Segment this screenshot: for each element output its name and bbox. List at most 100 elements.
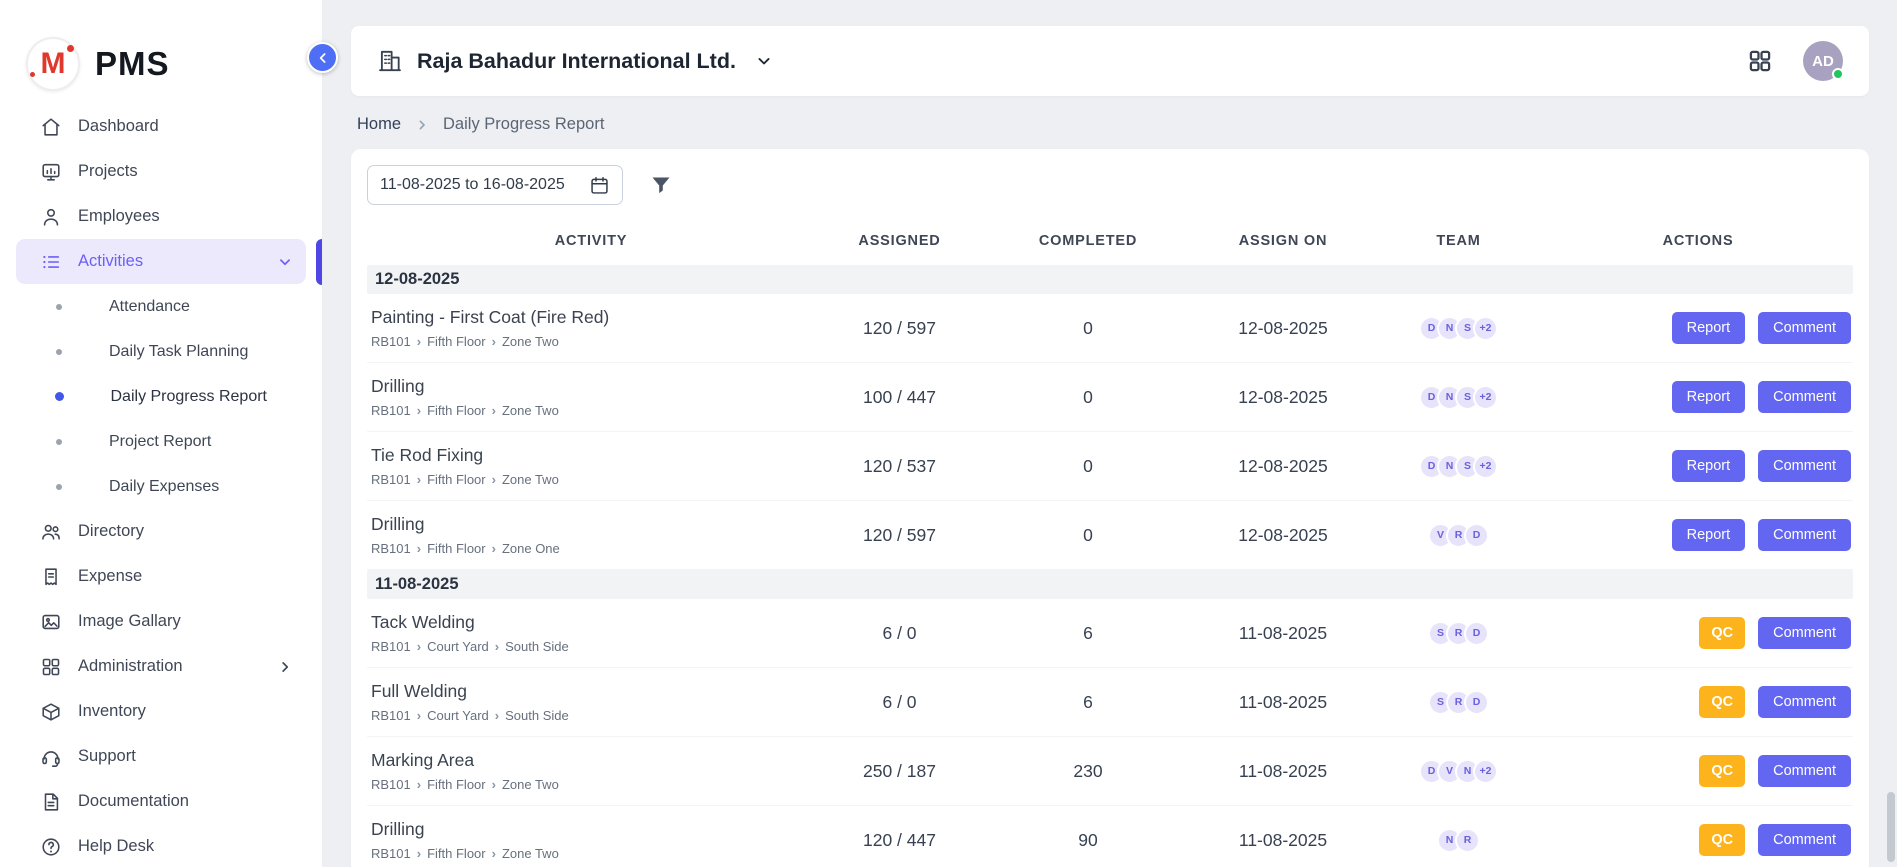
chevron-right-icon: › xyxy=(417,542,421,555)
chevron-right-icon: › xyxy=(495,709,499,722)
sidebar-subitem-daily-task-planning[interactable]: Daily Task Planning xyxy=(16,329,306,374)
location-segment: Fifth Floor xyxy=(427,472,486,487)
filter-button[interactable] xyxy=(649,173,673,197)
location-segment: RB101 xyxy=(371,403,411,418)
comment-button[interactable]: Comment xyxy=(1758,755,1851,787)
team-more-badge[interactable]: +2 xyxy=(1473,385,1498,410)
help-icon xyxy=(40,836,62,858)
comment-button[interactable]: Comment xyxy=(1758,381,1851,413)
column-header-assigned: ASSIGNED xyxy=(815,233,984,249)
breadcrumb-home[interactable]: Home xyxy=(357,115,401,134)
directory-icon xyxy=(40,521,62,543)
sidebar-item-dashboard[interactable]: Dashboard xyxy=(16,104,306,149)
assigned-value: 6 / 0 xyxy=(815,692,984,713)
sidebar-subitem-label: Project Report xyxy=(109,433,211,451)
sidebar-item-administration[interactable]: Administration xyxy=(16,644,306,689)
activity-cell: DrillingRB101›Fifth Floor›Zone Two xyxy=(367,819,815,861)
column-header-actions: ACTIONS xyxy=(1543,233,1853,249)
company-selector[interactable]: Raja Bahadur International Ltd. xyxy=(377,48,774,74)
projects-icon xyxy=(40,161,62,183)
sidebar-subitem-daily-expenses[interactable]: Daily Expenses xyxy=(16,464,306,509)
app-logo-letter: M xyxy=(41,47,66,81)
sidebar-item-activities[interactable]: Activities xyxy=(16,239,306,284)
group-date: 12-08-2025 xyxy=(375,270,459,289)
team-member-avatar[interactable]: D xyxy=(1464,621,1489,646)
comment-button[interactable]: Comment xyxy=(1758,450,1851,482)
user-avatar[interactable]: AD xyxy=(1803,41,1843,81)
team-more-badge[interactable]: +2 xyxy=(1473,316,1498,341)
sidebar-item-documentation[interactable]: Documentation xyxy=(16,779,306,824)
comment-button[interactable]: Comment xyxy=(1758,519,1851,551)
team-member-avatar[interactable]: D xyxy=(1464,690,1489,715)
sidebar-subitem-daily-progress-report[interactable]: Daily Progress Report xyxy=(16,374,306,419)
completed-value: 0 xyxy=(984,318,1192,339)
assign-on-value: 12-08-2025 xyxy=(1192,456,1374,477)
assign-on-value: 12-08-2025 xyxy=(1192,318,1374,339)
team-more-badge[interactable]: +2 xyxy=(1473,759,1498,784)
sidebar-item-image-gallary[interactable]: Image Gallary xyxy=(16,599,306,644)
activity-location: RB101›Fifth Floor›Zone Two xyxy=(371,472,815,487)
sidebar-collapse-button[interactable] xyxy=(307,42,338,73)
qc-button[interactable]: QC xyxy=(1699,824,1745,856)
report-button[interactable]: Report xyxy=(1672,450,1746,482)
sidebar-item-label: Help Desk xyxy=(78,837,154,856)
sidebar-item-label: Support xyxy=(78,747,136,766)
report-button[interactable]: Report xyxy=(1672,519,1746,551)
assigned-value: 120 / 597 xyxy=(815,525,984,546)
sidebar-subitem-attendance[interactable]: Attendance xyxy=(16,284,306,329)
sidebar-item-label: Employees xyxy=(78,207,160,226)
dashboard-icon xyxy=(40,116,62,138)
breadcrumb-current: Daily Progress Report xyxy=(443,115,604,134)
assigned-value: 120 / 597 xyxy=(815,318,984,339)
activity-location: RB101›Fifth Floor›Zone Two xyxy=(371,846,815,861)
activities-icon xyxy=(40,251,62,273)
activity-title: Painting - First Coat (Fire Red) xyxy=(371,307,815,328)
active-item-accent xyxy=(316,239,322,285)
report-button[interactable]: Report xyxy=(1672,312,1746,344)
location-segment: Fifth Floor xyxy=(427,777,486,792)
comment-button[interactable]: Comment xyxy=(1758,617,1851,649)
location-segment: RB101 xyxy=(371,639,411,654)
assigned-value: 120 / 537 xyxy=(815,456,984,477)
date-range-input[interactable]: 11-08-2025 to 16-08-2025 xyxy=(367,165,623,205)
gallery-icon xyxy=(40,611,62,633)
team-member-avatar[interactable]: D xyxy=(1464,523,1489,548)
table-controls: 11-08-2025 to 16-08-2025 xyxy=(367,165,1853,205)
report-button[interactable]: Report xyxy=(1672,381,1746,413)
assign-on-value: 11-08-2025 xyxy=(1192,830,1374,851)
sidebar-item-projects[interactable]: Projects xyxy=(16,149,306,194)
sidebar-item-support[interactable]: Support xyxy=(16,734,306,779)
team-more-badge[interactable]: +2 xyxy=(1473,454,1498,479)
employees-icon xyxy=(40,206,62,228)
sidebar-item-employees[interactable]: Employees xyxy=(16,194,306,239)
location-segment: Zone One xyxy=(502,541,560,556)
qc-button[interactable]: QC xyxy=(1699,686,1745,718)
activity-cell: Marking AreaRB101›Fifth Floor›Zone Two xyxy=(367,750,815,792)
sidebar-item-expense[interactable]: Expense xyxy=(16,554,306,599)
team-member-avatar[interactable]: R xyxy=(1455,828,1480,853)
sidebar-subitem-label: Daily Task Planning xyxy=(109,343,248,361)
activity-cell: Tie Rod FixingRB101›Fifth Floor›Zone Two xyxy=(367,445,815,487)
comment-button[interactable]: Comment xyxy=(1758,824,1851,856)
content-card: 11-08-2025 to 16-08-2025 ACTIVITY ASSIGN… xyxy=(351,149,1869,867)
sidebar-item-directory[interactable]: Directory xyxy=(16,509,306,554)
qc-button[interactable]: QC xyxy=(1699,617,1745,649)
location-segment: Fifth Floor xyxy=(427,334,486,349)
sidebar-item-inventory[interactable]: Inventory xyxy=(16,689,306,734)
sidebar-item-help-desk[interactable]: Help Desk xyxy=(16,824,306,867)
apps-grid-icon[interactable] xyxy=(1747,48,1773,74)
actions-cell: Report Comment xyxy=(1543,381,1853,413)
assign-on-value: 11-08-2025 xyxy=(1192,692,1374,713)
qc-button[interactable]: QC xyxy=(1699,755,1745,787)
comment-button[interactable]: Comment xyxy=(1758,312,1851,344)
sidebar-subitem-project-report[interactable]: Project Report xyxy=(16,419,306,464)
scrollbar-thumb[interactable] xyxy=(1887,792,1895,862)
date-range-value: 11-08-2025 to 16-08-2025 xyxy=(380,176,565,194)
column-header-assign-on: ASSIGN ON xyxy=(1192,233,1374,249)
location-segment: Court Yard xyxy=(427,708,489,723)
comment-button[interactable]: Comment xyxy=(1758,686,1851,718)
assign-on-value: 11-08-2025 xyxy=(1192,623,1374,644)
chevron-right-icon xyxy=(414,117,430,133)
group-header-row: 11-08-2025 xyxy=(367,570,1853,599)
activity-title: Marking Area xyxy=(371,750,815,771)
